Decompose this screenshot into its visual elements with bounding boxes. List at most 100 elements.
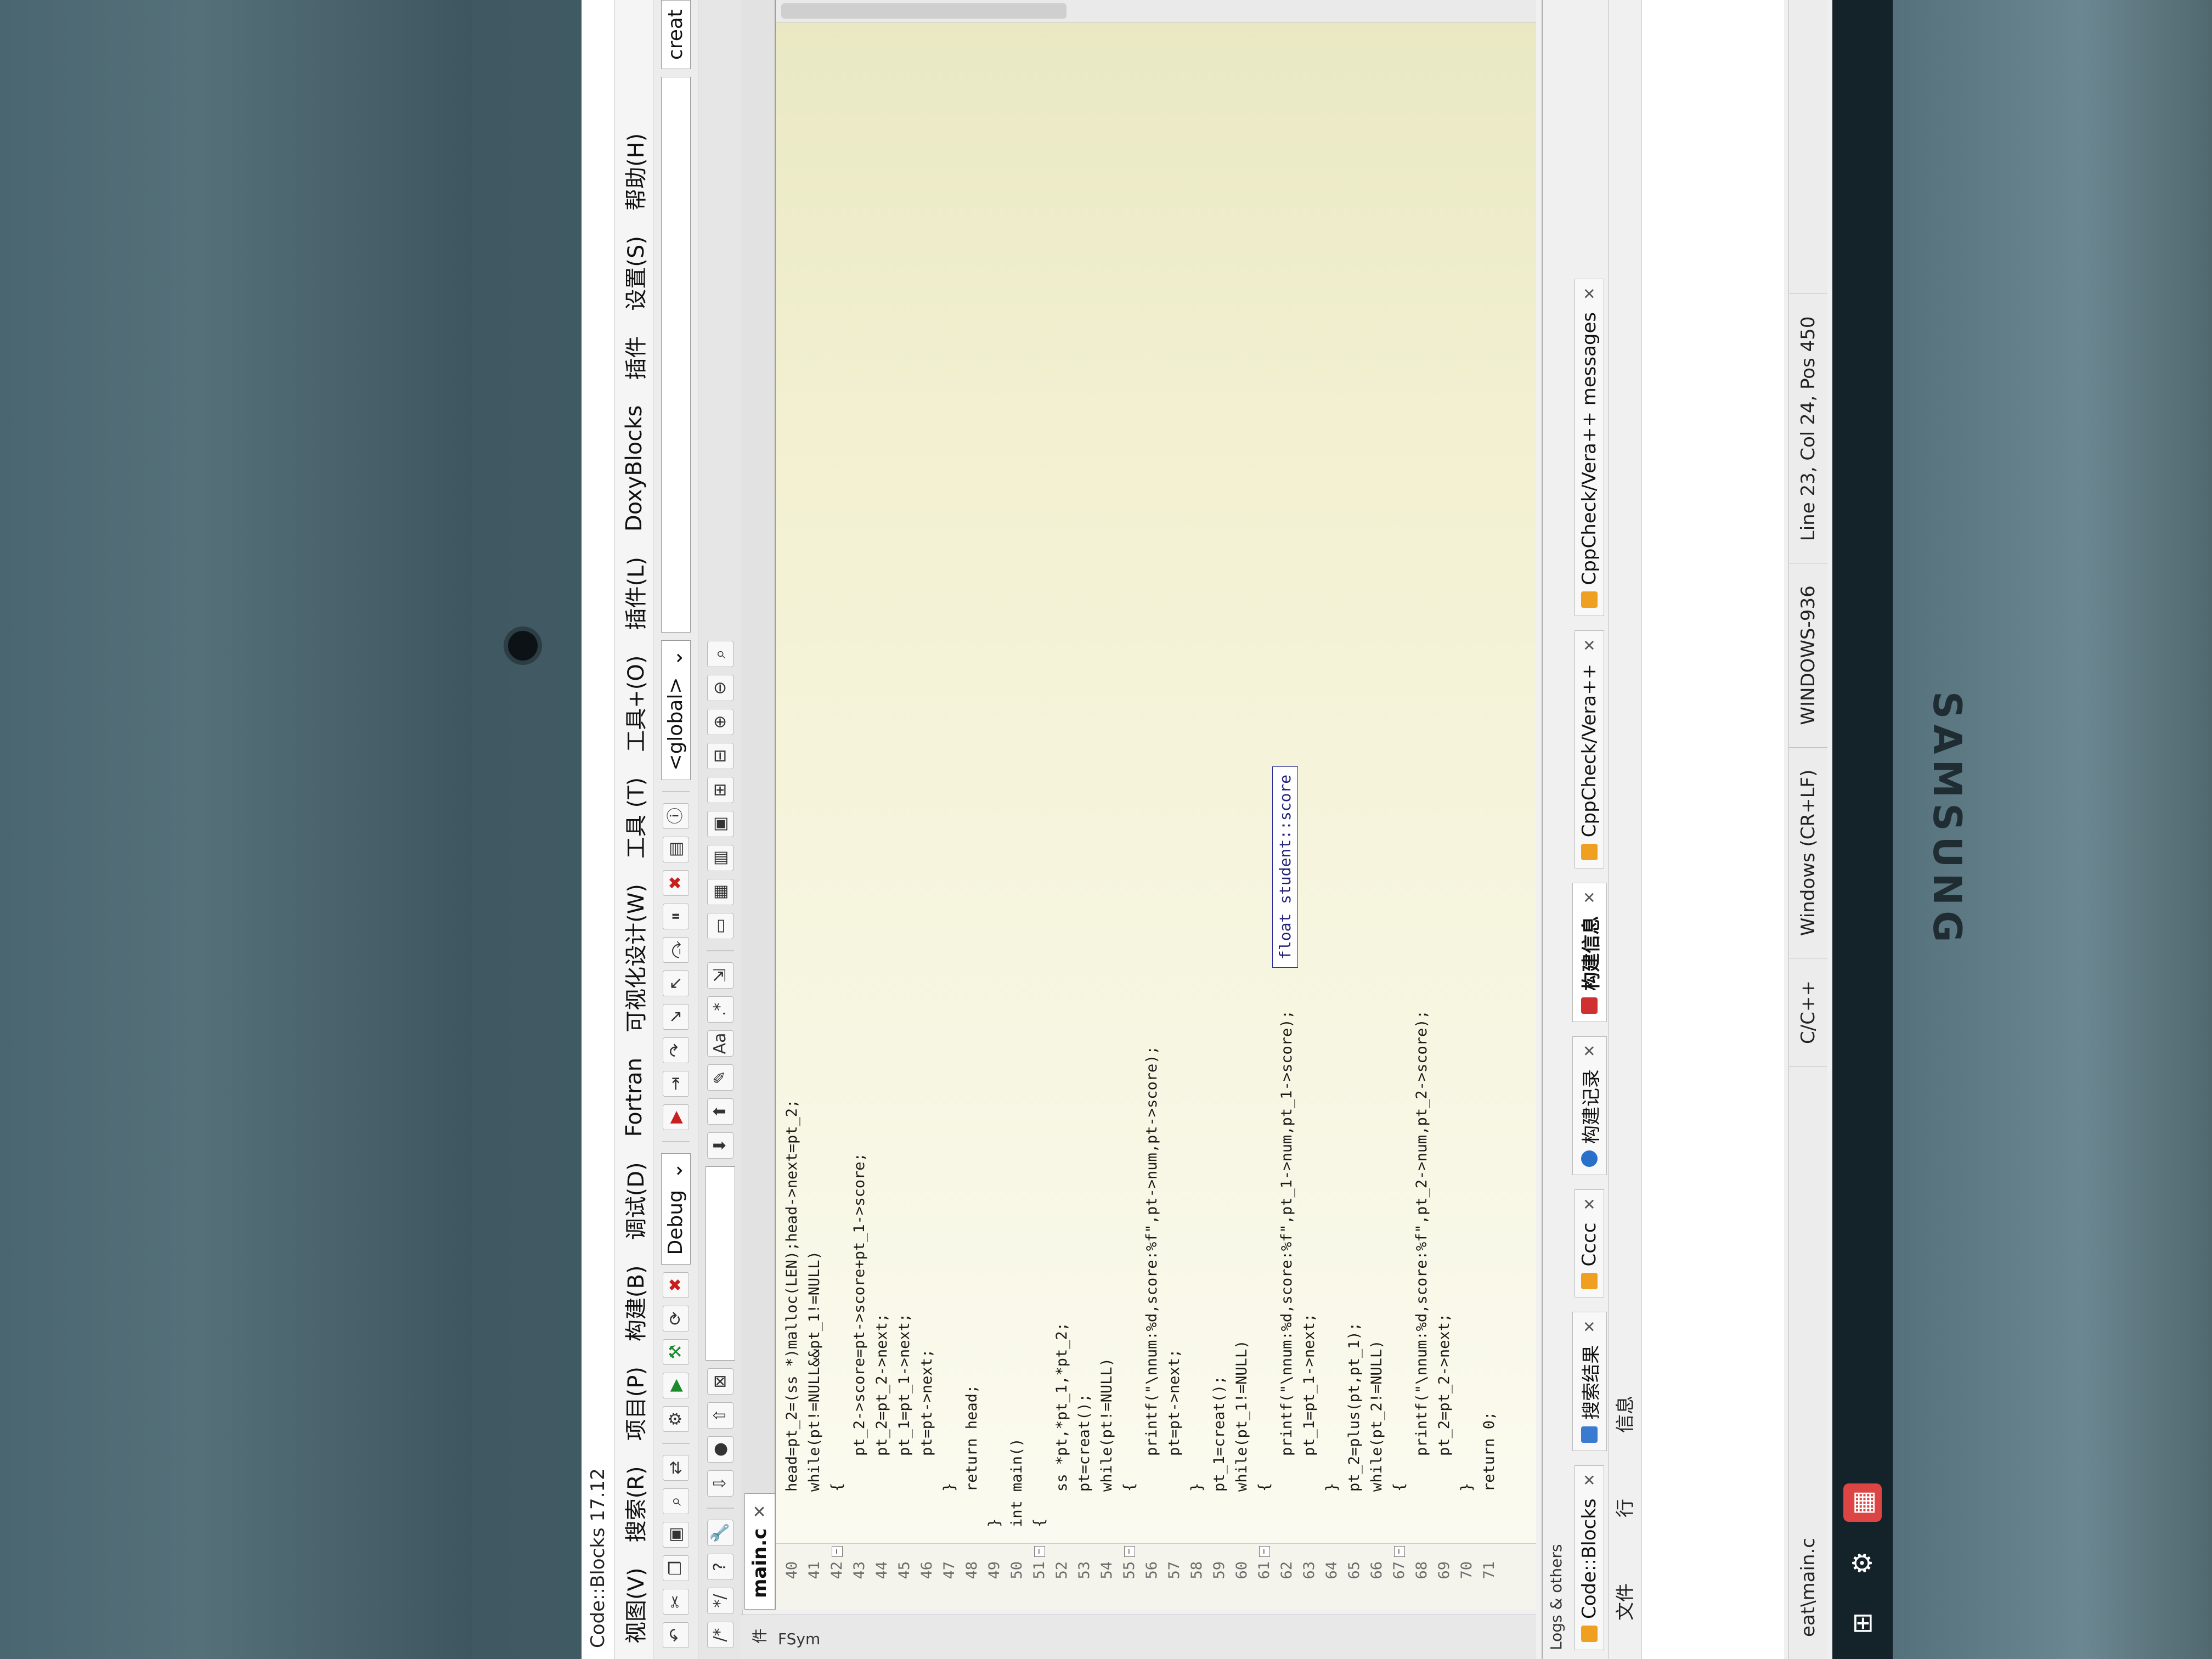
menu-project[interactable]: 项目(P) [616,1362,652,1445]
abort-icon[interactable]: ✖ [663,1272,689,1298]
build-run-icon[interactable]: ⚒ [663,1339,689,1365]
debug-stop-icon[interactable]: ✖ [663,870,689,896]
fold-toggle-icon[interactable]: − [831,1546,843,1557]
build-target-select[interactable]: Debug ⌄ [661,1153,691,1265]
menu-plugins[interactable]: 插件(L) [616,552,652,635]
run-icon[interactable]: ▶ [663,1372,689,1398]
debug-start-icon[interactable]: ▶ [663,1104,689,1131]
menu-settings[interactable]: 设置(S) [616,232,652,315]
sizer-icon[interactable]: ⊟ [707,743,733,769]
help-icon[interactable]: ? [707,1554,733,1580]
code-line: 56 printf("\nnum:%d,score:%f",pt->num,pt… [1141,74,1163,1610]
panel-tab-fsym[interactable]: FSym [778,1630,820,1648]
logs-tab-build-log[interactable]: 构建记录 ✕ [1572,1036,1607,1176]
code-text: pt_1=pt_1->next; [1301,1313,1318,1527]
replace-icon[interactable]: ⇄ [663,1454,689,1481]
cut-icon[interactable]: ✂ [663,1588,689,1615]
build-gear-icon[interactable]: ⚙ [663,1406,689,1432]
menu-tools[interactable]: 工具 (T) [616,773,652,863]
close-icon[interactable]: ✕ [1581,287,1599,300]
menu-fortran[interactable]: Fortran [619,1053,649,1142]
grid-icon[interactable]: ⊞ [707,777,733,803]
start-icon[interactable]: ⊞ [1843,1604,1882,1643]
frame-icon[interactable]: ▣ [707,811,733,837]
bookmark-icon[interactable]: ● [707,1436,733,1463]
menu-debug[interactable]: 调试(D) [616,1158,652,1244]
menu-view[interactable]: 视图(V) [616,1563,652,1648]
debug-step-out-icon[interactable]: ↖ [663,970,689,996]
rebuild-icon[interactable]: ⟳ [663,1305,689,1331]
logs-tab-cppcheck[interactable]: CppCheck/Vera++ ✕ [1575,630,1604,869]
symbol-select[interactable]: creat [661,0,691,70]
fold-toggle-icon[interactable]: − [1259,1546,1270,1557]
match-case-icon[interactable]: Aa [707,1030,733,1057]
close-icon[interactable]: ✕ [1581,1474,1599,1486]
zoom-out-icon[interactable]: ⊖ [707,675,733,701]
logs-tab-codeblocks[interactable]: Code::Blocks ✕ [1575,1465,1604,1650]
code-area[interactable]: float student::score 40 head=pt_2=(ss *)… [776,0,1536,1610]
debug-break-icon[interactable]: ⏸ [663,903,689,929]
close-icon[interactable]: ✕ [1581,1320,1599,1333]
paste-icon[interactable]: ▣ [663,1521,689,1548]
logs-tab-cccc[interactable]: Cccc ✕ [1575,1189,1604,1298]
debug-info-icon[interactable]: ⓘ [663,803,689,829]
find-next-icon[interactable]: ⬇ [707,1132,733,1159]
panel-tab-files[interactable]: 件 [752,1626,767,1648]
status-encoding: WINDOWS-936 [1789,563,1827,747]
regex-icon[interactable]: .* [707,996,733,1023]
fold-toggle-icon[interactable]: − [1124,1546,1135,1557]
debug-run-to-cursor-icon[interactable]: ⇥ [663,1070,689,1097]
find-prev-icon[interactable]: ⬆ [707,1098,733,1125]
menu-tools-plus[interactable]: 工具+(O) [616,651,652,757]
menu-doxyblocks[interactable]: DoxyBlocks [619,401,649,536]
menu-help[interactable]: 帮助(H) [616,129,652,215]
panel-icon[interactable]: ▥ [707,845,733,871]
search-combo[interactable] [706,1166,735,1361]
column-line[interactable]: 行 [1609,1499,1642,1517]
file-tab-main-c[interactable]: main.c ✕ [744,1493,775,1610]
debug-windows-icon[interactable]: ▤ [663,836,689,862]
uncomment-icon[interactable]: */ [707,1588,733,1614]
comment-icon[interactable]: /* [707,1622,733,1648]
logs-tab-search-results[interactable]: 搜索结果 ✕ [1572,1312,1607,1451]
logs-list[interactable] [1641,0,1784,1659]
zoom-in-icon[interactable]: ⊕ [707,709,733,735]
vertical-scrollbar[interactable] [776,0,1536,22]
close-icon[interactable]: ✕ [751,1505,770,1519]
jump-down-icon[interactable]: ⇩ [707,1470,733,1497]
logs-tab-build-messages[interactable]: 构建信息 ✕ [1572,883,1607,1022]
codeblocks-app-icon[interactable]: ▦ [1843,1483,1882,1522]
menu-build[interactable]: 构建(B) [616,1261,652,1346]
function-select[interactable] [661,77,691,633]
highlight-icon[interactable]: ✎ [707,1064,733,1091]
fold-toggle-icon[interactable]: − [1034,1546,1045,1557]
back-icon[interactable]: ↶ [663,1622,689,1648]
block-icon[interactable]: ▭ [707,913,733,939]
debug-next-instruction-icon[interactable]: ⤼ [663,936,689,963]
jump-up-icon[interactable]: ⇧ [707,1402,733,1429]
close-icon[interactable]: ✕ [1581,1045,1599,1057]
menu-plugins-2[interactable]: 插件 [616,332,652,385]
column-file[interactable]: 文件 [1609,1583,1642,1621]
fold-toggle-icon[interactable]: − [1393,1546,1405,1557]
copy-icon[interactable]: ❐ [663,1555,689,1581]
settings-gear-icon[interactable]: ⚙ [1843,1544,1882,1582]
scrollbar-thumb[interactable] [781,3,1066,19]
search-icon[interactable]: ⌕ [707,641,733,667]
debug-next-line-icon[interactable]: ↷ [663,1037,689,1063]
column-message[interactable]: 信息 [1609,1396,1642,1433]
debug-step-into-icon[interactable]: ↘ [663,1003,689,1030]
scope-select[interactable]: <global> ⌄ [661,640,691,780]
menu-wxsmith[interactable]: 可视化设计(W) [616,879,652,1037]
clear-icon[interactable]: ⊠ [707,1368,733,1395]
menu-search[interactable]: 搜索(R) [616,1462,652,1547]
find-icon[interactable]: ⌕ [663,1488,689,1514]
close-icon[interactable]: ✕ [1581,891,1599,904]
close-icon[interactable]: ✕ [1581,639,1599,651]
logs-tab-cppcheck-messages[interactable]: CppCheck/Vera++ messages ✕ [1575,279,1604,617]
nav-icon[interactable]: ⇲ [707,962,733,989]
form-icon[interactable]: ▦ [707,879,733,905]
toolbar-separator [707,1508,734,1509]
wrench-icon[interactable]: 🔧 [707,1520,733,1546]
close-icon[interactable]: ✕ [1581,1198,1599,1210]
